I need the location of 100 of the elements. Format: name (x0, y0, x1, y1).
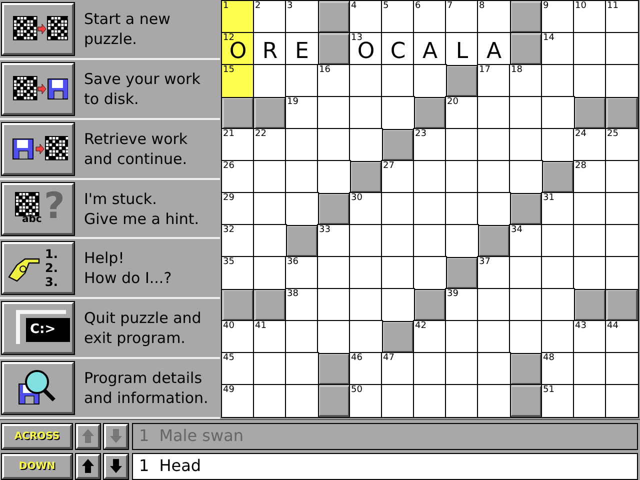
grid-cell[interactable]: 46 (350, 353, 382, 385)
next-clue-button[interactable] (104, 454, 128, 478)
grid-cell[interactable] (606, 385, 638, 417)
grid-cell[interactable] (510, 161, 542, 193)
grid-cell[interactable] (318, 289, 350, 321)
grid-cell[interactable] (606, 353, 638, 385)
menu-button[interactable]: abc? (2, 182, 74, 234)
grid-cell[interactable]: A (414, 33, 446, 65)
grid-cell[interactable]: 47 (382, 353, 414, 385)
grid-cell[interactable] (478, 129, 510, 161)
clue-field[interactable]: 1 Head (132, 452, 638, 480)
menu-button[interactable] (2, 122, 74, 175)
grid-cell[interactable] (574, 257, 606, 289)
menu-button[interactable]: 1. 2. 3. (2, 242, 74, 294)
grid-cell[interactable]: 9 (542, 1, 574, 33)
grid-cell[interactable]: 44 (606, 321, 638, 353)
grid-cell[interactable]: 5 (382, 1, 414, 33)
grid-cell[interactable]: 27 (382, 161, 414, 193)
grid-cell[interactable] (254, 161, 286, 193)
grid-cell[interactable] (382, 193, 414, 225)
grid-cell[interactable]: 51 (542, 385, 574, 417)
grid-cell[interactable] (542, 97, 574, 129)
grid-cell[interactable] (478, 161, 510, 193)
grid-cell[interactable]: 31 (542, 193, 574, 225)
grid-cell[interactable]: 29 (222, 193, 254, 225)
grid-cell[interactable]: E (286, 33, 318, 65)
grid-cell[interactable]: 38 (286, 289, 318, 321)
grid-cell[interactable] (318, 321, 350, 353)
grid-cell[interactable]: 19 (286, 97, 318, 129)
grid-cell[interactable]: 37 (478, 257, 510, 289)
grid-cell[interactable] (478, 193, 510, 225)
grid-cell[interactable]: 28 (574, 161, 606, 193)
grid-cell[interactable] (478, 353, 510, 385)
grid-cell[interactable] (286, 193, 318, 225)
grid-cell[interactable]: 11 (606, 1, 638, 33)
grid-cell[interactable] (542, 65, 574, 97)
grid-cell[interactable] (446, 321, 478, 353)
grid-cell[interactable]: 14 (542, 33, 574, 65)
grid-cell[interactable] (446, 225, 478, 257)
grid-cell[interactable] (510, 129, 542, 161)
grid-cell[interactable]: 23 (414, 129, 446, 161)
grid-cell[interactable]: R (254, 33, 286, 65)
grid-cell[interactable]: 3 (286, 1, 318, 33)
menu-button[interactable]: C:> (2, 302, 74, 354)
grid-cell[interactable] (382, 65, 414, 97)
grid-cell[interactable]: 32 (222, 225, 254, 257)
grid-cell[interactable] (286, 65, 318, 97)
grid-cell[interactable] (382, 385, 414, 417)
grid-cell[interactable] (254, 353, 286, 385)
grid-cell[interactable] (574, 353, 606, 385)
grid-cell[interactable]: 4 (350, 1, 382, 33)
grid-cell[interactable]: 33 (318, 225, 350, 257)
grid-cell[interactable]: 48 (542, 353, 574, 385)
grid-cell[interactable]: 30 (350, 193, 382, 225)
grid-cell[interactable]: 40 (222, 321, 254, 353)
grid-cell[interactable] (318, 257, 350, 289)
grid-cell[interactable] (478, 321, 510, 353)
grid-cell[interactable] (542, 289, 574, 321)
grid-cell[interactable]: 41 (254, 321, 286, 353)
grid-cell[interactable] (510, 289, 542, 321)
grid-cell[interactable] (542, 225, 574, 257)
grid-cell[interactable]: 42 (414, 321, 446, 353)
grid-cell[interactable] (350, 129, 382, 161)
grid-cell[interactable] (478, 385, 510, 417)
grid-cell[interactable] (414, 225, 446, 257)
grid-cell[interactable] (542, 129, 574, 161)
grid-cell[interactable] (254, 385, 286, 417)
grid-cell[interactable] (414, 385, 446, 417)
grid-cell[interactable]: 6 (414, 1, 446, 33)
grid-cell[interactable]: 45 (222, 353, 254, 385)
previous-clue-button[interactable] (76, 454, 100, 478)
grid-cell[interactable]: 21 (222, 129, 254, 161)
grid-cell[interactable]: 50 (350, 385, 382, 417)
grid-cell[interactable] (286, 321, 318, 353)
grid-cell[interactable] (446, 353, 478, 385)
grid-cell[interactable] (286, 129, 318, 161)
grid-cell[interactable] (574, 385, 606, 417)
grid-cell[interactable]: A (478, 33, 510, 65)
grid-cell[interactable] (446, 129, 478, 161)
grid-cell[interactable] (350, 289, 382, 321)
grid-cell[interactable] (606, 161, 638, 193)
grid-cell[interactable]: 36 (286, 257, 318, 289)
grid-cell[interactable] (254, 65, 286, 97)
grid-cell[interactable] (574, 193, 606, 225)
grid-cell[interactable] (350, 257, 382, 289)
grid-cell[interactable] (382, 225, 414, 257)
grid-cell[interactable] (350, 321, 382, 353)
grid-cell[interactable]: 8 (478, 1, 510, 33)
grid-cell[interactable] (478, 289, 510, 321)
grid-cell[interactable]: 24 (574, 129, 606, 161)
grid-cell[interactable] (574, 33, 606, 65)
grid-cell[interactable]: 20 (446, 97, 478, 129)
grid-cell[interactable] (510, 97, 542, 129)
grid-cell[interactable] (414, 65, 446, 97)
grid-cell[interactable] (606, 257, 638, 289)
grid-cell[interactable] (350, 225, 382, 257)
grid-cell[interactable] (510, 321, 542, 353)
menu-button[interactable] (2, 2, 74, 55)
grid-cell[interactable]: 7 (446, 1, 478, 33)
grid-cell[interactable] (446, 161, 478, 193)
